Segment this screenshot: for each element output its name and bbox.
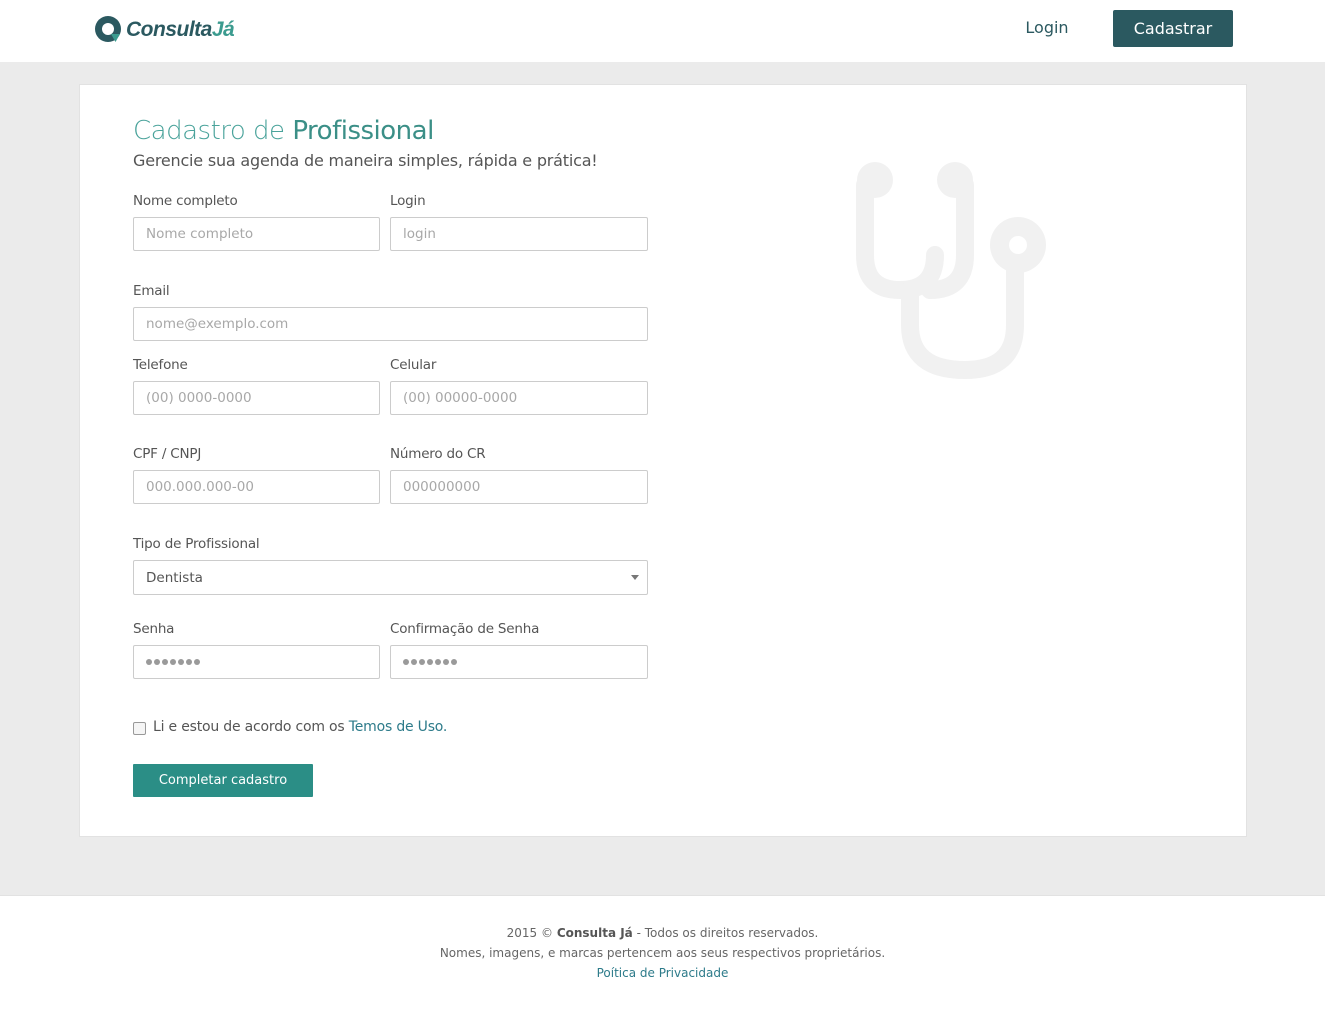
footer: 2015 © Consulta Já - Todos os direitos r…	[0, 895, 1325, 1016]
password-mask-dot	[170, 659, 176, 665]
mobile-input[interactable]	[390, 381, 648, 415]
phone-input[interactable]	[133, 381, 380, 415]
professional-type-select[interactable]: Dentista	[133, 560, 648, 595]
email-label: Email	[133, 283, 170, 299]
password-mask-dot	[162, 659, 168, 665]
password-mask-dot	[178, 659, 184, 665]
password-mask-dot	[154, 659, 160, 665]
professional-type-label: Tipo de Profissional	[133, 536, 260, 552]
signup-button[interactable]: Cadastrar	[1113, 10, 1233, 47]
cr-label: Número do CR	[390, 446, 486, 462]
password-mask-dot	[146, 659, 152, 665]
professional-type-value: Dentista	[146, 569, 203, 586]
password-label: Senha	[133, 621, 175, 637]
logo-icon	[94, 14, 124, 46]
cpf-input[interactable]	[133, 470, 380, 504]
page-subtitle: Gerencie sua agenda de maneira simples, …	[133, 151, 598, 170]
password-mask-dot	[403, 659, 409, 665]
password-input[interactable]	[133, 645, 380, 679]
terms-text: Li e estou de acordo com os Temos de Uso…	[153, 719, 448, 735]
password-mask-dot	[194, 659, 200, 665]
terms-link[interactable]: Temos de Uso.	[349, 719, 448, 735]
name-input[interactable]	[133, 217, 380, 251]
password-mask-dot	[451, 659, 457, 665]
mobile-label: Celular	[390, 357, 437, 373]
page-title: Cadastro de Profissional	[133, 116, 434, 146]
caret-down-icon	[631, 575, 639, 580]
email-input[interactable]	[133, 307, 648, 341]
cpf-label: CPF / CNPJ	[133, 446, 202, 462]
login-label: Login	[390, 193, 426, 209]
stethoscope-icon	[845, 160, 1050, 389]
copyright-line: 2015 © Consulta Já - Todos os direitos r…	[506, 926, 819, 940]
password-mask-dot	[427, 659, 433, 665]
brand-name: ConsultaJá	[126, 18, 235, 41]
brand-logo[interactable]: ConsultaJá	[94, 13, 235, 47]
complete-registration-button[interactable]: Completar cadastro	[133, 764, 313, 797]
privacy-policy-link[interactable]: Poítica de Privacidade	[0, 966, 1325, 980]
cr-input[interactable]	[390, 470, 648, 504]
terms-checkbox[interactable]	[133, 722, 146, 735]
password-mask-dot	[435, 659, 441, 665]
phone-label: Telefone	[133, 357, 188, 373]
login-input[interactable]	[390, 217, 648, 251]
name-label: Nome completo	[133, 193, 238, 209]
disclaimer-line: Nomes, imagens, e marcas pertencem aos s…	[439, 946, 886, 960]
password-mask-dot	[443, 659, 449, 665]
login-link[interactable]: Login	[1010, 10, 1084, 46]
password-mask-dot	[411, 659, 417, 665]
top-navbar: ConsultaJá Login Cadastrar	[0, 0, 1325, 62]
password-confirm-label: Confirmação de Senha	[390, 621, 540, 637]
password-mask-dot	[186, 659, 192, 665]
password-mask-dot	[419, 659, 425, 665]
password-confirm-input[interactable]	[390, 645, 648, 679]
